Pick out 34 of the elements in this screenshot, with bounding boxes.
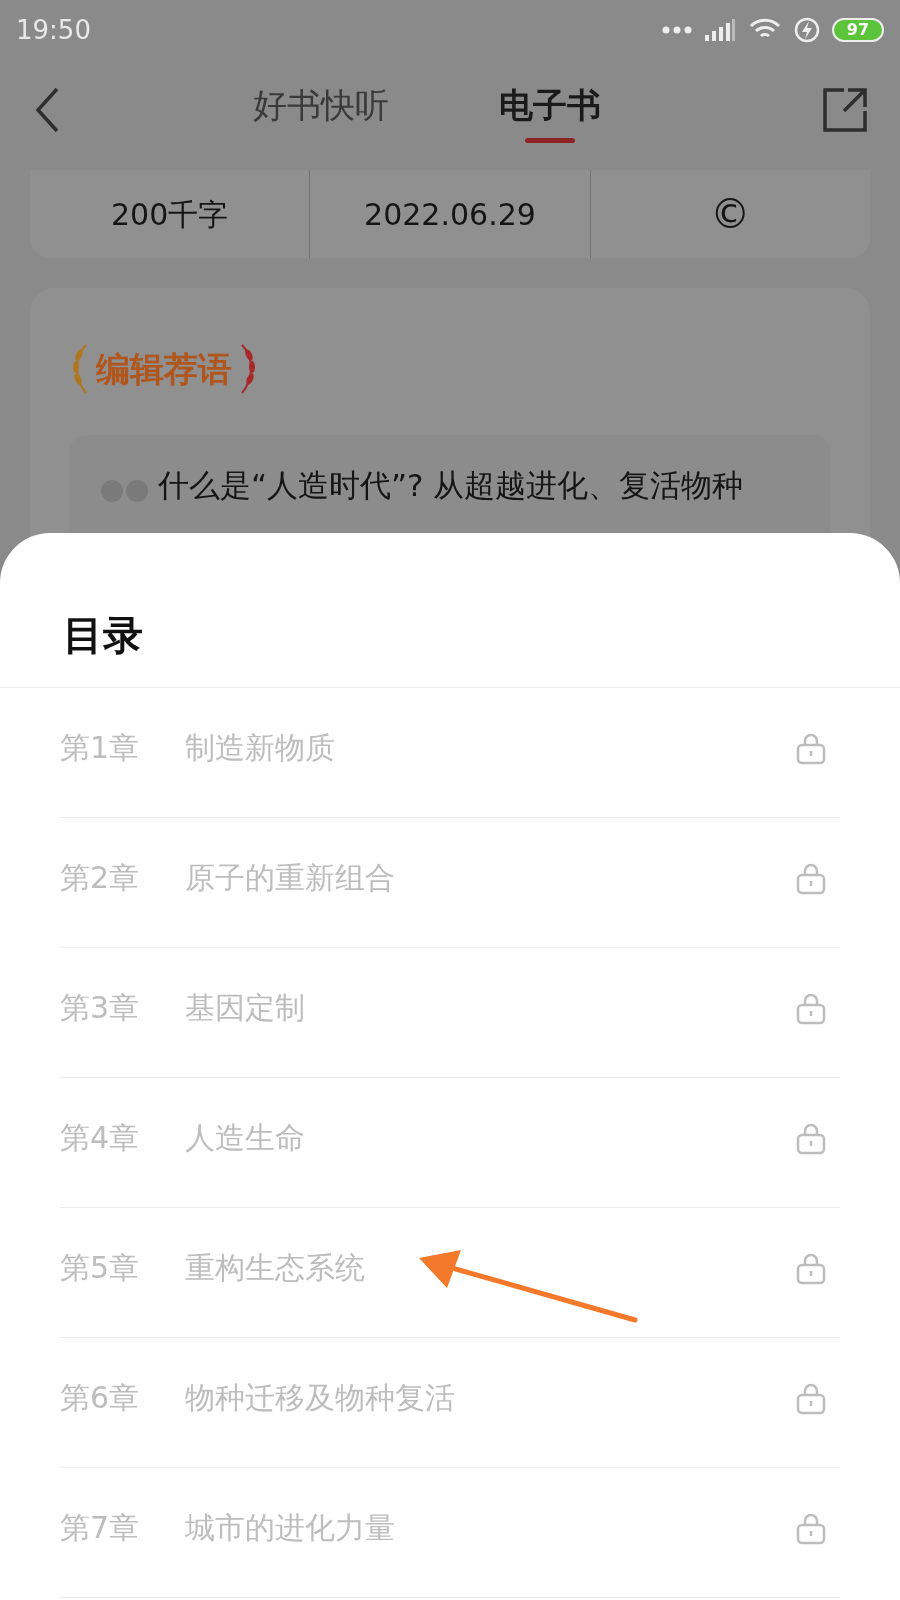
chapter-number: 第6章 <box>60 1379 141 1417</box>
chapter-title: 原子的重新组合 <box>185 859 395 897</box>
chapter-item[interactable]: 第6章 物种迁移及物种复活 <box>60 1338 840 1468</box>
chapter-title: 物种迁移及物种复活 <box>185 1379 455 1417</box>
nav-tab[interactable]: 好书快听 <box>253 76 389 144</box>
chapter-number: 第1章 <box>60 729 141 767</box>
chapter-number: 第4章 <box>60 1119 141 1157</box>
chapter-item[interactable]: 第1章 制造新物质 <box>60 688 840 818</box>
chapter-number: 第3章 <box>60 989 141 1027</box>
sheet-title: 目录 <box>63 611 143 660</box>
stat-value: 2022.06.29 <box>364 195 536 234</box>
stat-value: © <box>710 190 751 239</box>
recommendation-title: 编辑荐语 <box>96 347 232 391</box>
status-time: 19:50 <box>16 13 91 47</box>
chapter-number: 第2章 <box>60 859 141 897</box>
battery-icon: 97 <box>832 18 884 42</box>
chapter-title: 城市的进化力量 <box>185 1509 395 1547</box>
chapter-title: 基因定制 <box>185 989 305 1027</box>
chapter-item[interactable]: 第3章 基因定制 <box>60 948 840 1078</box>
chapter-title: 制造新物质 <box>185 729 335 767</box>
share-icon[interactable] <box>822 87 868 133</box>
chapter-number: 第5章 <box>60 1249 141 1287</box>
more-dots-icon <box>662 26 692 34</box>
stat-value: 200千字 <box>111 195 229 234</box>
chapter-title: 人造生命 <box>185 1119 305 1157</box>
chapter-item[interactable]: 第7章 城市的进化力量 <box>60 1468 840 1598</box>
chapter-title: 重构生态系统 <box>185 1249 365 1287</box>
quote-text: 什么是“人造时代”? 从超越进化、复活物种 <box>158 466 744 505</box>
chapter-item[interactable]: 第4章 人造生命 <box>60 1078 840 1208</box>
charging-icon <box>794 17 820 43</box>
chapter-number: 第7章 <box>60 1509 141 1547</box>
signal-icon <box>704 18 736 42</box>
nav-tab[interactable]: 电子书 <box>499 76 601 144</box>
chapter-item[interactable]: 第2章 原子的重新组合 <box>60 818 840 948</box>
